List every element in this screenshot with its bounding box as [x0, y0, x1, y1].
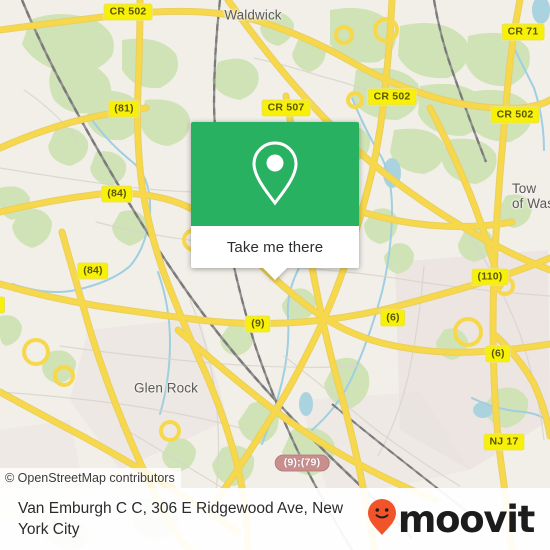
- road-shield-route-9: (9): [245, 315, 271, 333]
- place-label-glen-rock: Glen Rock: [134, 380, 198, 396]
- road-shield-route-edge-left: (6): [0, 296, 6, 314]
- location-pin-icon: [248, 139, 302, 209]
- location-caption: Van Emburgh C C, 306 E Ridgewood Ave, Ne…: [18, 500, 344, 538]
- road-shield-route-84-upper: (84): [101, 185, 133, 203]
- osm-attribution[interactable]: © OpenStreetMap contributors: [0, 468, 181, 488]
- road-shield-cr-507: CR 507: [261, 99, 311, 117]
- moovit-logo[interactable]: moovit: [367, 497, 535, 541]
- take-me-there-popup[interactable]: Take me there: [191, 122, 359, 280]
- road-shield-route-84-lower: (84): [77, 262, 109, 280]
- road-shield-nj-17: NJ 17: [483, 433, 525, 451]
- road-shield-cr-71-northeast: CR 71: [501, 23, 545, 41]
- road-shield-route-6-upper: (6): [380, 309, 406, 327]
- road-shield-route-6-lower: (6): [485, 345, 511, 363]
- moovit-smiley-pin-icon: [367, 498, 397, 541]
- road-shield-route-9-79: (9);(79): [274, 454, 330, 472]
- road-shield-cr-502-east: CR 502: [490, 106, 540, 124]
- moovit-wordmark: moovit: [397, 497, 535, 541]
- road-shield-route-110: (110): [471, 268, 509, 286]
- popup-image-placeholder: [191, 122, 359, 226]
- moovit-map-screenshot: .w { fill:#aad3df; } .gr { fill:#cfe3b4;…: [0, 0, 550, 550]
- popup-tail: [263, 268, 287, 280]
- road-shield-route-81: (81): [108, 100, 140, 118]
- road-shield-cr-502-north: CR 502: [367, 88, 417, 106]
- place-label-waldwick: Waldwick: [224, 7, 282, 23]
- take-me-there-button[interactable]: Take me there: [191, 226, 359, 280]
- footer-bar: Van Emburgh C C, 306 E Ridgewood Ave, Ne…: [0, 488, 550, 550]
- road-shield-cr-502-northwest: CR 502: [103, 3, 153, 21]
- take-me-there-label: Take me there: [226, 238, 324, 256]
- place-label-township-of-washington: Tow of Was: [511, 181, 550, 211]
